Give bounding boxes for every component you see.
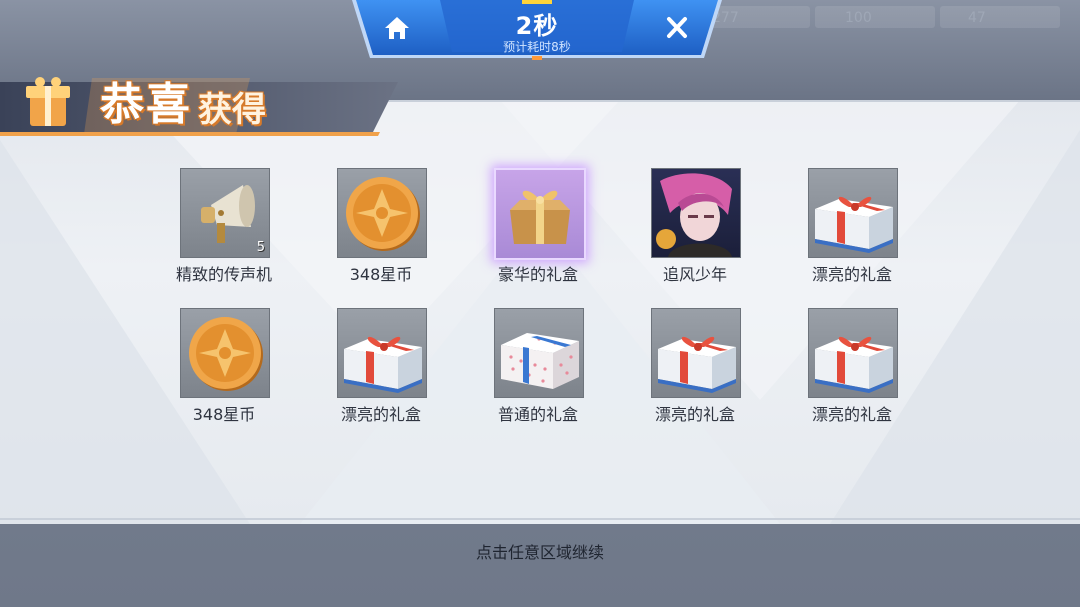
reward-item-thumb (180, 308, 270, 398)
ghost-stat-box (815, 6, 935, 28)
close-icon (667, 17, 687, 38)
reward-item-label: 漂亮的礼盒 (811, 405, 892, 424)
pretty-gift-box-icon (815, 196, 893, 253)
panel-bottom-border (0, 518, 1080, 520)
reward-item[interactable]: 漂亮的礼盒 (316, 308, 446, 432)
reward-item-thumb (808, 168, 898, 258)
ghost-stat-box (940, 6, 1060, 28)
luxury-gift-box-icon (510, 190, 570, 244)
pretty-gift-box-icon (815, 336, 893, 393)
reward-item-label: 漂亮的礼盒 (654, 405, 735, 424)
reward-item[interactable]: 漂亮的礼盒 (787, 168, 917, 292)
reward-item-label: 精致的传声机 (175, 265, 272, 284)
continue-hint[interactable]: 点击任意区域继续 (0, 530, 1080, 575)
reward-item[interactable]: 普通的礼盒 (473, 308, 603, 432)
reward-item[interactable]: 348星币 (316, 168, 446, 292)
reward-item-label: 漂亮的礼盒 (340, 405, 421, 424)
reward-item-thumb (337, 168, 427, 258)
common-gift-box-icon (501, 333, 579, 389)
reward-item-thumb: 5 (180, 168, 270, 258)
reward-item-label: 348星币 (192, 405, 256, 424)
reward-item[interactable]: 漂亮的礼盒 (630, 308, 760, 432)
reward-item-label: 豪华的礼盒 (497, 265, 578, 284)
reward-item-thumb (808, 308, 898, 398)
reward-item-thumb (651, 308, 741, 398)
reward-item[interactable]: 5 精致的传声机 (159, 168, 289, 292)
reward-item-thumb (337, 308, 427, 398)
reward-item-label: 追风少年 (662, 265, 727, 284)
reward-item[interactable]: 348星币 (159, 308, 289, 432)
congrats-banner: 恭喜 获得 (0, 68, 410, 140)
ghost-stat-value: 47 (968, 10, 986, 26)
reward-item-thumb (651, 168, 741, 258)
character-portrait-icon (656, 173, 732, 257)
reward-item-label: 漂亮的礼盒 (811, 265, 892, 284)
star-coin-icon (346, 177, 420, 251)
pretty-gift-box-icon (658, 336, 736, 393)
banner-title-sub: 获得 (198, 90, 266, 130)
reward-item[interactable]: 追风少年 (630, 168, 760, 292)
reward-item-count: 5 (256, 240, 265, 255)
close-button[interactable] (662, 14, 692, 42)
banner-title-main: 恭喜 (100, 79, 192, 130)
timer-bar: 2秒 预计耗时8秒 (352, 0, 722, 62)
pretty-gift-box-icon (344, 336, 422, 393)
reward-item[interactable]: 豪华的礼盒 (473, 168, 603, 292)
star-coin-icon (189, 317, 263, 391)
banner-title: 恭喜 获得 (100, 64, 266, 136)
reward-item-label: 普通的礼盒 (497, 405, 578, 424)
reward-item-thumb-highlighted (494, 168, 586, 260)
reward-item-label: 348星币 (349, 265, 413, 284)
reward-item-thumb (494, 308, 584, 398)
ghost-stat-value: 100 (845, 10, 872, 26)
reward-item[interactable]: 漂亮的礼盒 (787, 308, 917, 432)
